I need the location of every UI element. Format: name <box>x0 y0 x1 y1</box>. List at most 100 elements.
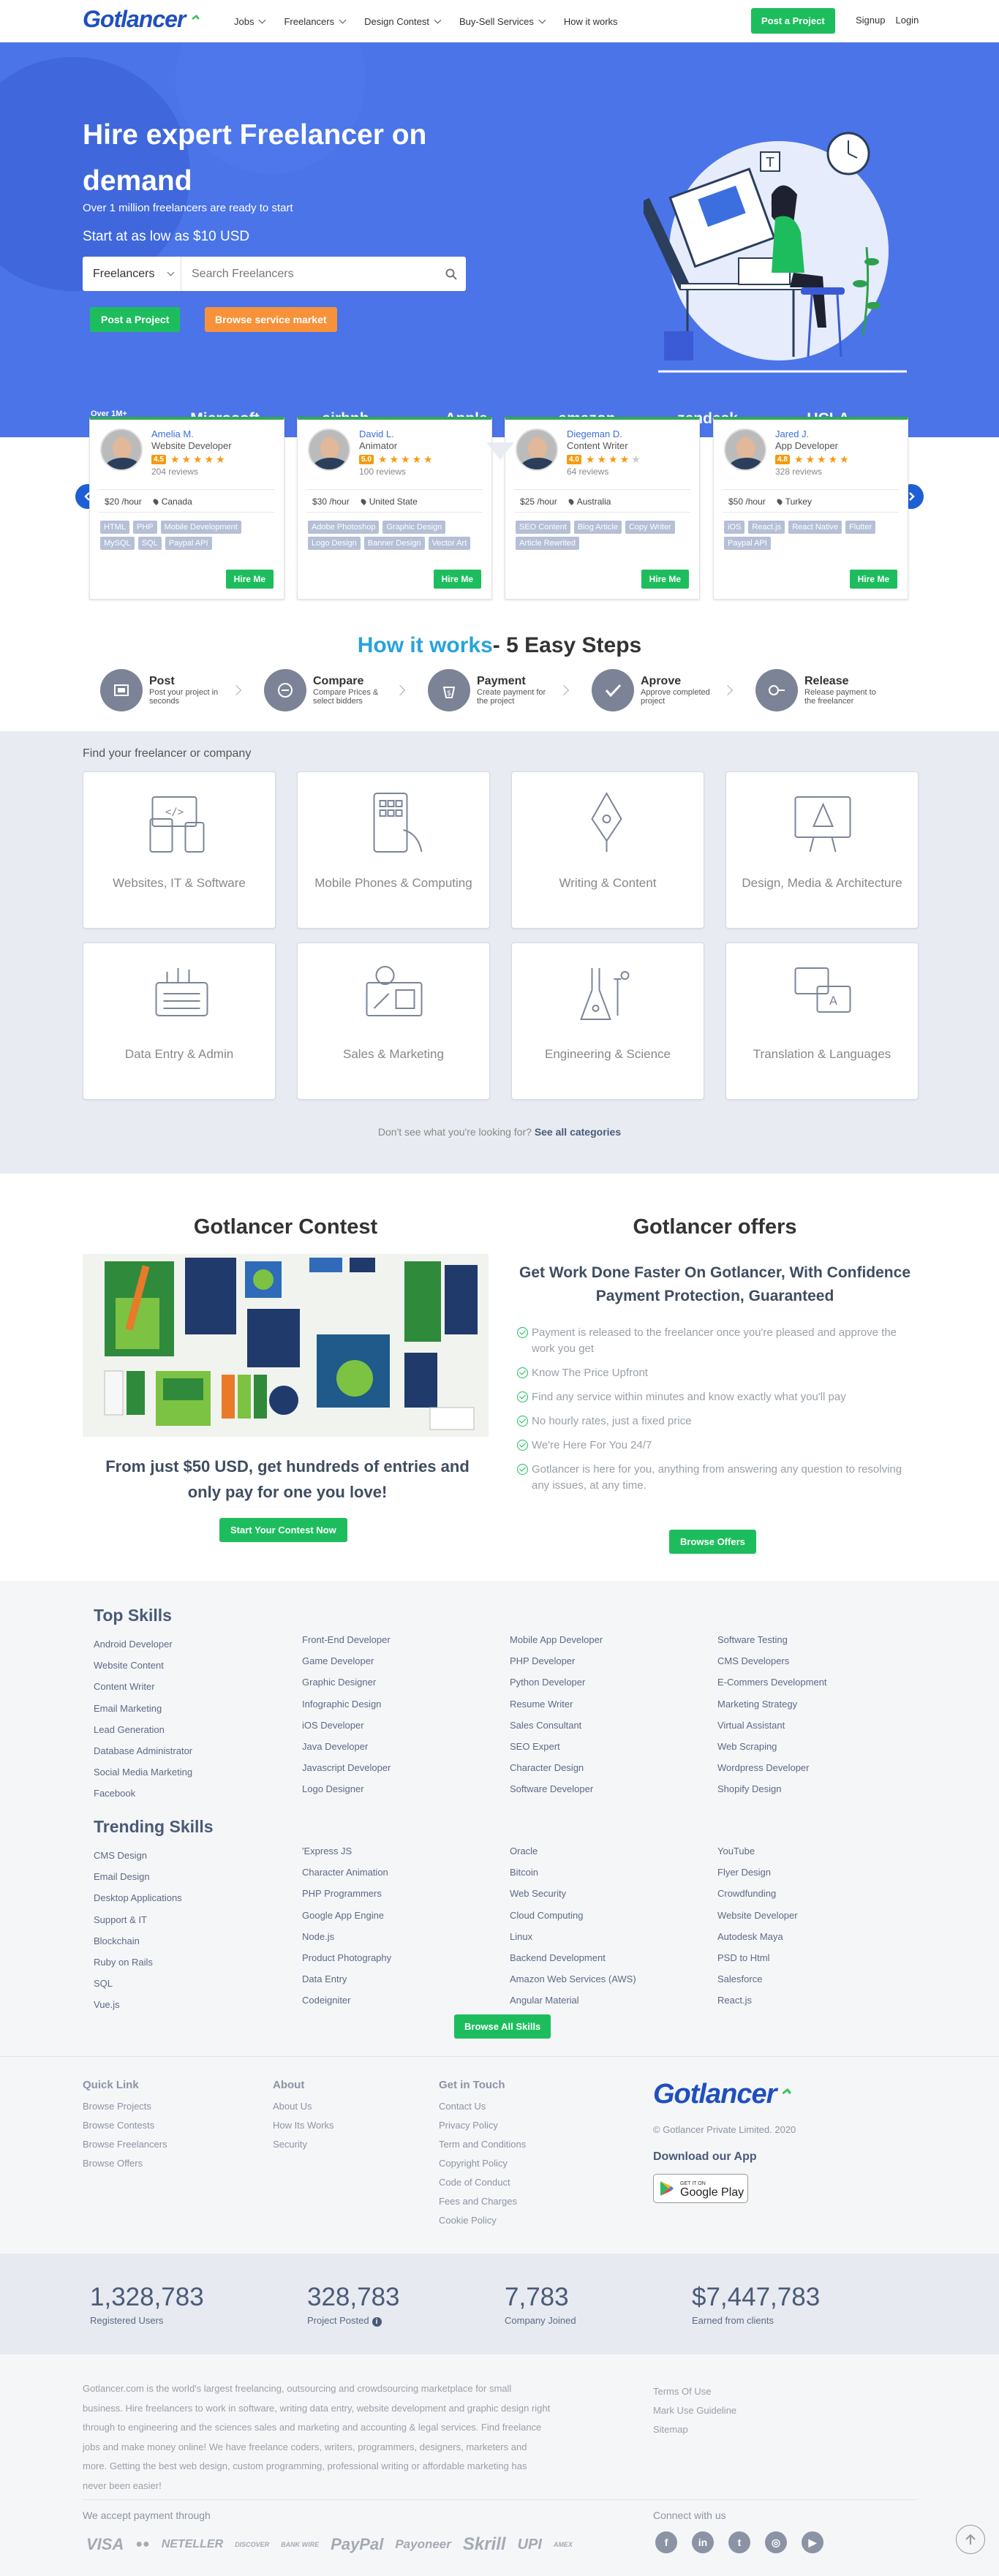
skill-link[interactable]: Lead Generation <box>94 1719 192 1740</box>
skill-tag[interactable]: PHP <box>132 521 157 534</box>
nav-buy-sell-services[interactable]: Buy-Sell Services <box>459 16 545 27</box>
skill-link[interactable]: Python Developer <box>510 1672 603 1693</box>
skill-link[interactable]: iOS Developer <box>302 1715 391 1736</box>
skill-tag[interactable]: SEO Content <box>516 521 570 534</box>
nav-freelancers[interactable]: Freelancers <box>284 16 345 27</box>
hire-me-button[interactable]: Hire Me <box>225 570 274 589</box>
skill-link[interactable]: Web Scraping <box>717 1736 827 1757</box>
skill-link[interactable]: Google App Engine <box>302 1905 391 1926</box>
category-card[interactable]: Design, Media & Architecture <box>725 771 919 929</box>
skill-link[interactable]: Character Animation <box>302 1862 391 1883</box>
nav-how-it-works[interactable]: How it works <box>564 16 618 27</box>
skill-tag[interactable]: Adobe Photoshop <box>308 521 380 534</box>
skill-link[interactable]: Facebook <box>94 1783 192 1804</box>
freelancer-card[interactable]: Amelia M. Website Developer 4.5 ★ ★ ★ ★ ★ 204 re… <box>89 417 284 600</box>
twitter-icon[interactable]: t <box>728 2531 750 2553</box>
skill-link[interactable]: Crowdfunding <box>717 1883 798 1904</box>
about-link[interactable]: How Its Works <box>273 2116 334 2135</box>
touch-link[interactable]: Copyright Policy <box>439 2154 526 2173</box>
avatar[interactable] <box>724 428 766 471</box>
skill-link[interactable]: Email Marketing <box>94 1698 192 1719</box>
category-card[interactable]: Engineering & Science <box>511 943 704 1100</box>
site-logo[interactable]: Gotlancer⌃ <box>83 6 200 33</box>
touch-link[interactable]: Cookie Policy <box>439 2211 526 2230</box>
skill-tag[interactable]: SQL <box>137 537 162 550</box>
skill-tag[interactable]: Mobile Development <box>160 521 241 534</box>
skill-link[interactable]: CMS Design <box>94 1845 182 1866</box>
skill-link[interactable]: CMS Developers <box>717 1650 827 1672</box>
login-link[interactable]: Login <box>895 15 919 26</box>
legal-link[interactable]: Mark Use Guideline <box>653 2401 736 2420</box>
skill-link[interactable]: PSD to Html <box>717 1947 798 1968</box>
skill-link[interactable]: Bitcoin <box>510 1862 636 1883</box>
skill-tag[interactable]: Flutter <box>845 521 876 534</box>
browse-service-market-button[interactable]: Browse service market <box>205 307 337 332</box>
category-card[interactable]: Writing & Content <box>511 771 704 929</box>
skill-tag[interactable]: MySQL <box>100 537 135 550</box>
skill-tag[interactable]: HTML <box>100 521 129 534</box>
skill-link[interactable]: Wordpress Developer <box>717 1757 827 1778</box>
category-card[interactable]: </> Websites, IT & Software <box>83 771 276 929</box>
skill-link[interactable]: Infographic Design <box>302 1693 391 1715</box>
touch-link[interactable]: Contact Us <box>439 2097 526 2116</box>
google-play-badge[interactable]: GET IT ON Google Play <box>653 2174 748 2203</box>
skill-tag[interactable]: Paypal API <box>724 537 771 550</box>
skill-link[interactable]: Website Developer <box>717 1905 798 1926</box>
hire-me-button[interactable]: Hire Me <box>641 570 689 589</box>
skill-tag[interactable]: Banner Design <box>363 537 425 550</box>
skill-link[interactable]: Oracle <box>510 1840 636 1862</box>
skill-link[interactable]: Content Writer <box>94 1676 192 1697</box>
skill-link[interactable]: Marketing Strategy <box>717 1693 827 1715</box>
skill-link[interactable]: Graphic Designer <box>302 1672 391 1693</box>
skill-link[interactable]: Ruby on Rails <box>94 1952 182 1973</box>
skill-link[interactable]: Desktop Applications <box>94 1887 182 1908</box>
skill-link[interactable]: Email Design <box>94 1866 182 1887</box>
skill-link[interactable]: Database Administrator <box>94 1740 192 1761</box>
category-card[interactable]: Mobile Phones & Computing <box>297 771 490 929</box>
skill-link[interactable]: Java Developer <box>302 1736 391 1757</box>
back-to-top-button[interactable] <box>956 2525 985 2554</box>
skill-link[interactable]: Software Developer <box>510 1778 603 1799</box>
freelancer-card[interactable]: Jared J. App Developer 4.8 ★ ★ ★ ★ ★ 328 reviews… <box>713 417 908 600</box>
skill-tag[interactable]: Logo Design <box>308 537 361 550</box>
skill-link[interactable]: Autodesk Maya <box>717 1926 798 1947</box>
post-project-button[interactable]: Post a Project <box>751 8 835 34</box>
touch-link[interactable]: Code of Conduct <box>439 2173 526 2192</box>
freelancer-card[interactable]: Diegeman D. Content Writer 4.0 ★ ★ ★ ★ ★ 64 revi… <box>505 417 700 600</box>
skill-link[interactable]: Support & IT <box>94 1909 182 1930</box>
skill-link[interactable]: Codeigniter <box>302 1990 391 2011</box>
skill-link[interactable]: PHP Developer <box>510 1650 603 1672</box>
skill-link[interactable]: React.js <box>717 1990 798 2011</box>
skill-link[interactable]: 'Express JS <box>302 1840 391 1862</box>
skill-link[interactable]: Front-End Developer <box>302 1629 391 1650</box>
nav-design-contest[interactable]: Design Contest <box>364 16 440 27</box>
skill-link[interactable]: Salesforce <box>717 1968 798 1990</box>
skill-link[interactable]: Backend Development <box>510 1947 636 1968</box>
quick-link[interactable]: Browse Freelancers <box>83 2135 167 2154</box>
skill-link[interactable]: Mobile App Developer <box>510 1629 603 1650</box>
footer-logo[interactable]: Gotlancer⌃ <box>653 2079 792 2110</box>
legal-link[interactable]: Sitemap <box>653 2420 736 2439</box>
skill-link[interactable]: Javascript Developer <box>302 1757 391 1778</box>
skill-link[interactable]: SEO Expert <box>510 1736 603 1757</box>
search-input[interactable] <box>181 257 437 291</box>
skill-link[interactable]: Data Entry <box>302 1968 391 1990</box>
skill-link[interactable]: Resume Writer <box>510 1693 603 1715</box>
skill-tag[interactable]: React Native <box>788 521 842 534</box>
avatar[interactable] <box>516 428 558 471</box>
about-link[interactable]: About Us <box>273 2097 334 2116</box>
skill-link[interactable]: Android Developer <box>94 1633 192 1655</box>
freelancer-name[interactable]: David L. <box>359 428 394 439</box>
skill-link[interactable]: Node.js <box>302 1926 391 1947</box>
skill-tag[interactable]: Copy Writer <box>625 521 675 534</box>
skill-tag[interactable]: iOS <box>724 521 745 534</box>
skill-link[interactable]: Blockchain <box>94 1930 182 1952</box>
freelancer-name[interactable]: Diegeman D. <box>567 428 622 439</box>
search-icon[interactable] <box>437 268 466 280</box>
browse-offers-button[interactable]: Browse Offers <box>669 1530 756 1554</box>
skill-link[interactable]: E-Commers Development <box>717 1672 827 1693</box>
skill-tag[interactable]: React.js <box>748 521 785 534</box>
info-icon[interactable]: i <box>372 2317 382 2327</box>
skill-link[interactable]: Logo Designer <box>302 1778 391 1799</box>
youtube-icon[interactable]: ▶ <box>802 2531 823 2553</box>
